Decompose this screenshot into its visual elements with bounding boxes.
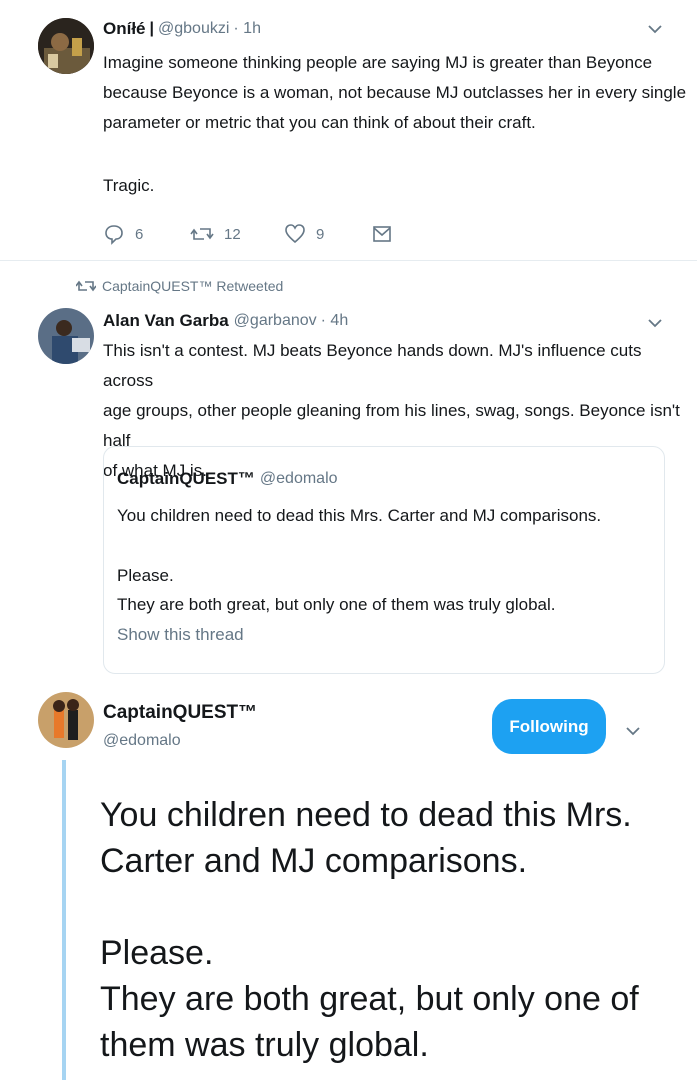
tweet-text-line: parameter or metric that you can think o… <box>103 113 536 132</box>
quoted-text-line: Please. <box>117 566 174 585</box>
tweet-time[interactable]: · 4h <box>321 312 349 330</box>
display-name[interactable]: Alan Van Garba <box>103 311 229 331</box>
like-button[interactable]: 9 <box>284 222 324 246</box>
chevron-down-icon[interactable] <box>647 22 663 40</box>
avatar-garbanov[interactable] <box>38 308 94 364</box>
tweet-text-line: They are both great, but only one of <box>100 980 639 1018</box>
tweet-text-line: This isn't a contest. MJ beats Beyonce h… <box>103 341 642 390</box>
retweet-banner: CaptainQUEST™ Retweeted <box>76 276 283 296</box>
tweet1-text: Imagine someone thinking people are sayi… <box>103 48 688 138</box>
retweet-button[interactable]: 12 <box>190 222 241 246</box>
quoted-text-line: They are both great, but only one of the… <box>117 595 556 614</box>
tweet2-header: Alan Van Garba @garbanov · 4h <box>103 310 348 332</box>
tweet-time[interactable]: · 1h <box>233 20 261 38</box>
quoted-tweet-card[interactable]: CaptainQUEST™ @edomalo You children need… <box>103 446 665 674</box>
direct-message-button[interactable] <box>371 222 403 246</box>
tweet-text-line: Tragic. <box>103 176 155 195</box>
user-handle[interactable]: @edomalo <box>103 732 181 750</box>
display-name: CaptainQUEST™ <box>117 469 255 488</box>
divider <box>0 260 697 261</box>
avatar-image <box>38 692 94 748</box>
following-button[interactable]: Following <box>492 699 606 754</box>
tweet1-header: Oníłé | @gboukzi · 1h <box>103 18 261 40</box>
tweet-text-line: Please. <box>100 934 214 972</box>
quoted-header: CaptainQUEST™ @edomalo <box>117 469 338 489</box>
quoted-text-line: You children need to dead this Mrs. Cart… <box>117 506 602 525</box>
reply-icon <box>105 225 123 245</box>
tweet-text-line: Imagine someone thinking people are sayi… <box>103 53 653 72</box>
retweet-count: 12 <box>224 225 241 243</box>
chevron-down-icon[interactable] <box>625 724 641 742</box>
user-handle: @edomalo <box>259 470 338 487</box>
main-tweet-text: You children need to dead this Mrs. Cart… <box>100 792 680 1068</box>
show-thread-link[interactable]: Show this thread <box>117 625 244 645</box>
avatar-image <box>38 308 94 364</box>
avatar-image <box>38 18 94 74</box>
retweet-icon <box>76 280 96 292</box>
tweet-text-line: You children need to dead this Mrs. <box>100 796 632 834</box>
tweet-text-line: them was truly global. <box>100 1026 429 1064</box>
envelope-icon <box>373 226 391 242</box>
tweet-text-line <box>100 884 680 930</box>
avatar-edomalo[interactable] <box>38 692 94 748</box>
heart-icon <box>285 224 305 244</box>
thread-connector-line <box>62 760 66 1080</box>
like-count: 9 <box>316 225 325 243</box>
retweeted-by-text[interactable]: CaptainQUEST™ Retweeted <box>102 278 283 294</box>
reply-count: 6 <box>135 225 144 243</box>
tweet-text-line: Carter and MJ comparisons. <box>100 842 528 880</box>
user-handle[interactable]: @garbanov <box>234 312 317 330</box>
tweet-text-line: because Beyonce is a woman, not because … <box>103 83 687 102</box>
reply-button[interactable]: 6 <box>103 222 143 246</box>
name-separator: | <box>149 20 154 37</box>
avatar-gboukzi[interactable] <box>38 18 94 74</box>
chevron-down-icon[interactable] <box>647 316 663 334</box>
user-handle[interactable]: @gboukzi <box>158 20 229 38</box>
display-name[interactable]: Oníłé <box>103 19 146 39</box>
retweet-icon <box>190 228 214 240</box>
display-name[interactable]: CaptainQUEST™ <box>103 702 257 724</box>
